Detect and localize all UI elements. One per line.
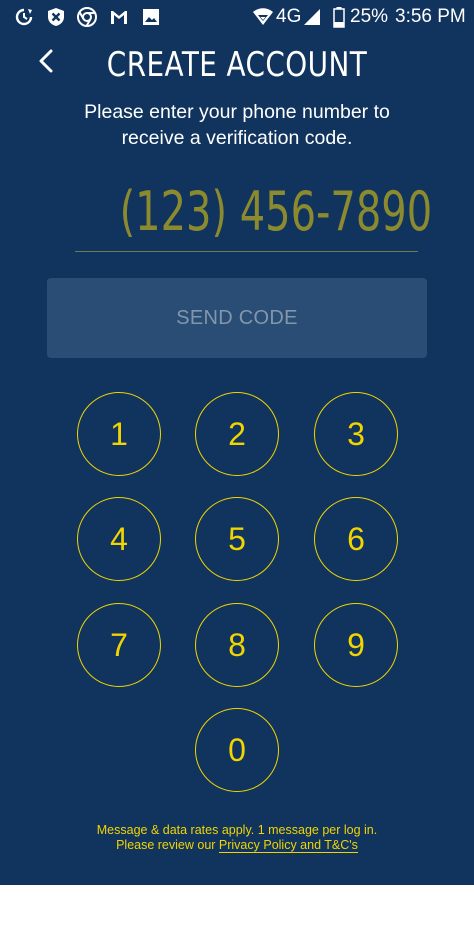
page-title: CREATE ACCOUNT [106,45,368,85]
phone-number-value: (123) 456-7890 [119,180,433,243]
network-type: 4G [276,6,302,27]
battery-percent: 25% [350,6,389,27]
instructions-line-2: receive a verification code. [121,127,353,149]
wifi-icon [252,7,274,27]
keypad-key-8[interactable]: 8 [195,603,279,687]
instructions-line-1: Please enter your phone number to [84,101,390,123]
battery-icon [333,7,345,28]
sync-icon [14,7,34,27]
gmail-icon [109,7,129,27]
keypad-key-7[interactable]: 7 [77,603,161,687]
keypad-key-2[interactable]: 2 [195,392,279,476]
disclaimer-line-1: Message & data rates apply. 1 message pe… [96,823,378,837]
bottom-blank-area [0,885,474,948]
gallery-icon [141,7,161,27]
disclaimer-line-2: Please review our Privacy Policy and T&C… [0,838,474,853]
send-code-button[interactable]: SEND CODE [47,278,427,358]
chrome-icon [77,7,97,27]
keypad-key-9[interactable]: 9 [314,603,398,687]
phone-number-field[interactable]: (123) 456-7890 [75,175,433,252]
blocked-app-icon [46,7,66,27]
privacy-policy-link[interactable]: Privacy Policy and T&C's [218,838,358,853]
keypad-key-4[interactable]: 4 [77,497,161,581]
screen: 4G 25% 3:56 PM CREATE ACCOUNT Please ent… [0,0,474,885]
status-bar: 4G 25% 3:56 PM [0,0,474,34]
keypad-key-0[interactable]: 0 [195,708,279,792]
keypad-key-1[interactable]: 1 [77,392,161,476]
keypad-key-5[interactable]: 5 [195,497,279,581]
instructions: Please enter your phone number to receiv… [40,99,434,151]
disclaimer-prefix: Please review our [116,838,219,852]
keypad-key-6[interactable]: 6 [314,497,398,581]
cellular-signal-icon [302,7,322,27]
disclaimer: Message & data rates apply. 1 message pe… [0,823,474,853]
clock: 3:56 PM [395,6,466,27]
keypad-key-3[interactable]: 3 [314,392,398,476]
